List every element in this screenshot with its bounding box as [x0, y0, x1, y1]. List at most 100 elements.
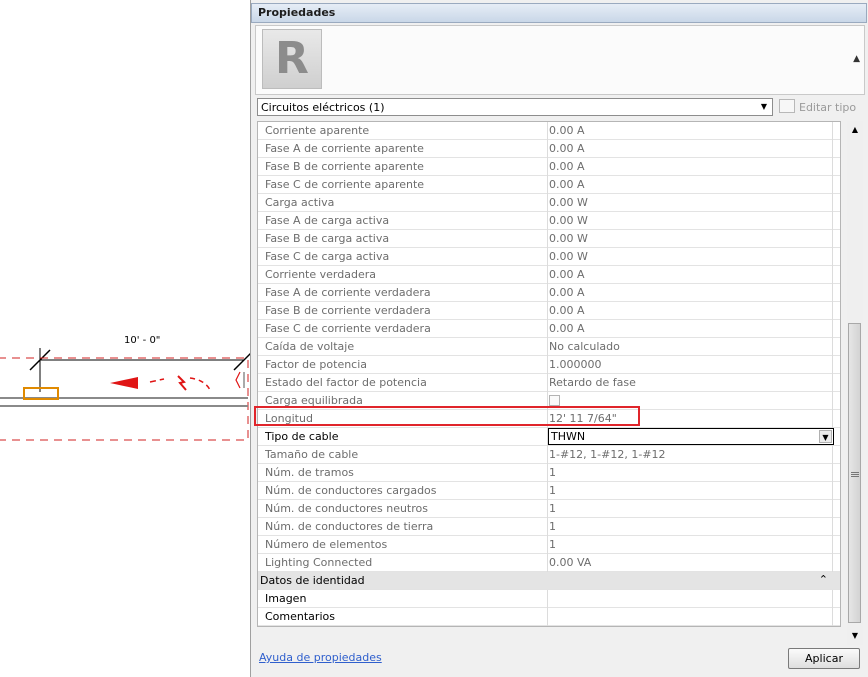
property-row[interactable]: Corriente verdadera 0.00 A: [258, 266, 840, 284]
chevron-down-icon[interactable]: ▼: [819, 430, 832, 443]
property-name: Fase A de carga activa: [265, 214, 390, 227]
cable-type-value: THWN: [551, 430, 586, 443]
scroll-up-icon[interactable]: ▲: [847, 123, 863, 137]
wire-arc: [189, 377, 211, 391]
property-name: Fase C de corriente verdadera: [265, 322, 431, 335]
category-selector-value: Circuitos eléctricos (1): [261, 101, 385, 114]
scrollbar-thumb[interactable]: [848, 323, 861, 623]
property-row[interactable]: Fase A de corriente aparente 0.00 A: [258, 140, 840, 158]
property-row[interactable]: Fase A de carga activa 0.00 W: [258, 212, 840, 230]
property-name: Imagen: [265, 592, 307, 605]
dimension-label: 10' - 0": [124, 335, 161, 346]
property-row[interactable]: Tamaño de cable 1-#12, 1-#12, 1-#12: [258, 446, 840, 464]
property-name: Número de elementos: [265, 538, 388, 551]
property-name: Lighting Connected: [265, 556, 373, 569]
property-row[interactable]: Núm. de conductores cargados 1: [258, 482, 840, 500]
property-row[interactable]: Imagen: [258, 590, 840, 608]
property-name: Fase A de corriente verdadera: [265, 286, 431, 299]
property-name: Carga activa: [265, 196, 335, 209]
property-row[interactable]: Corriente aparente 0.00 A: [258, 122, 840, 140]
vertical-scrollbar[interactable]: ▲ ▼: [847, 121, 863, 645]
property-value: 0.00 W: [549, 232, 588, 245]
property-name: Fase B de corriente aparente: [265, 160, 424, 173]
property-name: Tamaño de cable: [265, 448, 359, 461]
property-name: Factor de potencia: [265, 358, 368, 371]
length-highlight-box: [254, 406, 640, 426]
wire-segment: [149, 378, 165, 383]
property-name: Fase A de corriente aparente: [265, 142, 424, 155]
balanced-load-checkbox[interactable]: [549, 395, 560, 406]
property-value: 1: [549, 484, 556, 497]
property-name: Núm. de tramos: [265, 466, 354, 479]
property-row[interactable]: Lighting Connected 0.00 VA: [258, 554, 840, 572]
property-row[interactable]: Fase B de corriente verdadera 0.00 A: [258, 302, 840, 320]
property-name: Tipo de cable: [265, 430, 339, 443]
property-value: 0.00 VA: [549, 556, 592, 569]
group-label: Datos de identidad: [260, 574, 365, 587]
property-name: Comentarios: [265, 610, 335, 623]
property-name: Fase B de carga activa: [265, 232, 390, 245]
property-row[interactable]: Número de elementos 1: [258, 536, 840, 554]
property-row[interactable]: Fase B de corriente aparente 0.00 A: [258, 158, 840, 176]
edit-type-label: Editar tipo: [799, 101, 857, 114]
revit-logo-icon: R: [262, 29, 322, 89]
properties-panel: Propiedades R ▲ Circuitos eléctricos (1)…: [250, 0, 868, 677]
property-name: Núm. de conductores neutros: [265, 502, 428, 515]
property-row[interactable]: Fase C de corriente aparente 0.00 A: [258, 176, 840, 194]
property-row[interactable]: Núm. de tramos 1: [258, 464, 840, 482]
property-value: 0.00 W: [549, 196, 588, 209]
property-value: 0.00 A: [549, 142, 585, 155]
property-value: 0.00 W: [549, 250, 588, 263]
property-row[interactable]: Núm. de conductores de tierra 1: [258, 518, 840, 536]
panel-titlebar[interactable]: Propiedades: [251, 3, 867, 23]
selector-row: Circuitos eléctricos (1) ▼ Editar tipo: [251, 96, 868, 120]
scroll-up-icon[interactable]: ▲: [853, 54, 860, 64]
property-value: 0.00 A: [549, 322, 585, 335]
property-value: 0.00 A: [549, 178, 585, 191]
property-name: Núm. de conductores cargados: [265, 484, 437, 497]
property-row[interactable]: Carga activa 0.00 W: [258, 194, 840, 212]
property-name: Caída de voltaje: [265, 340, 355, 353]
property-row[interactable]: Estado del factor de potencia Retardo de …: [258, 374, 840, 392]
property-name: Fase C de carga activa: [265, 250, 390, 263]
property-value: 0.00 A: [549, 286, 585, 299]
chevron-down-icon[interactable]: ▼: [757, 100, 771, 114]
drawing-canvas[interactable]: 10' - 0": [0, 0, 250, 677]
property-row[interactable]: Fase C de corriente verdadera 0.00 A: [258, 320, 840, 338]
collapse-icon[interactable]: ⌃: [819, 573, 828, 586]
property-name: Núm. de conductores de tierra: [265, 520, 434, 533]
property-name: Fase B de corriente verdadera: [265, 304, 431, 317]
scroll-down-icon[interactable]: ▼: [847, 629, 863, 643]
properties-help-link[interactable]: Ayuda de propiedades: [259, 651, 382, 664]
property-row[interactable]: Fase B de carga activa 0.00 W: [258, 230, 840, 248]
property-value: 1: [549, 502, 556, 515]
property-row[interactable]: Caída de voltaje No calculado: [258, 338, 840, 356]
category-selector[interactable]: Circuitos eléctricos (1) ▼: [257, 98, 773, 116]
property-row-cable-type[interactable]: Tipo de cable THWN ▼: [258, 428, 840, 446]
panel-title: Propiedades: [258, 6, 336, 19]
property-row[interactable]: Comentarios: [258, 608, 840, 626]
property-name: Estado del factor de potencia: [265, 376, 427, 389]
properties-grid: Corriente aparente 0.00 A Fase A de corri…: [257, 121, 841, 627]
property-row[interactable]: Factor de potencia 1.000000: [258, 356, 840, 374]
wire-end-symbol: [235, 371, 241, 389]
property-value: 0.00 A: [549, 160, 585, 173]
property-name: Corriente verdadera: [265, 268, 376, 281]
cable-type-select[interactable]: THWN ▼: [548, 428, 834, 445]
property-value: 0.00 W: [549, 214, 588, 227]
property-value: 1: [549, 466, 556, 479]
lightning-icon: [177, 375, 187, 391]
property-row[interactable]: Núm. de conductores neutros 1: [258, 500, 840, 518]
property-value: 1: [549, 538, 556, 551]
property-row[interactable]: Fase A de corriente verdadera 0.00 A: [258, 284, 840, 302]
apply-button[interactable]: Aplicar: [788, 648, 860, 669]
property-name: Corriente aparente: [265, 124, 370, 137]
property-value: 1-#12, 1-#12, 1-#12: [549, 448, 666, 461]
edit-type-button[interactable]: Editar tipo: [779, 99, 856, 114]
property-value: 0.00 A: [549, 304, 585, 317]
property-value: 1.000000: [549, 358, 602, 371]
property-value: No calculado: [549, 340, 620, 353]
property-row[interactable]: Fase C de carga activa 0.00 W: [258, 248, 840, 266]
property-name: Fase C de corriente aparente: [265, 178, 425, 191]
group-header-identity[interactable]: Datos de identidad ⌃: [258, 572, 840, 590]
